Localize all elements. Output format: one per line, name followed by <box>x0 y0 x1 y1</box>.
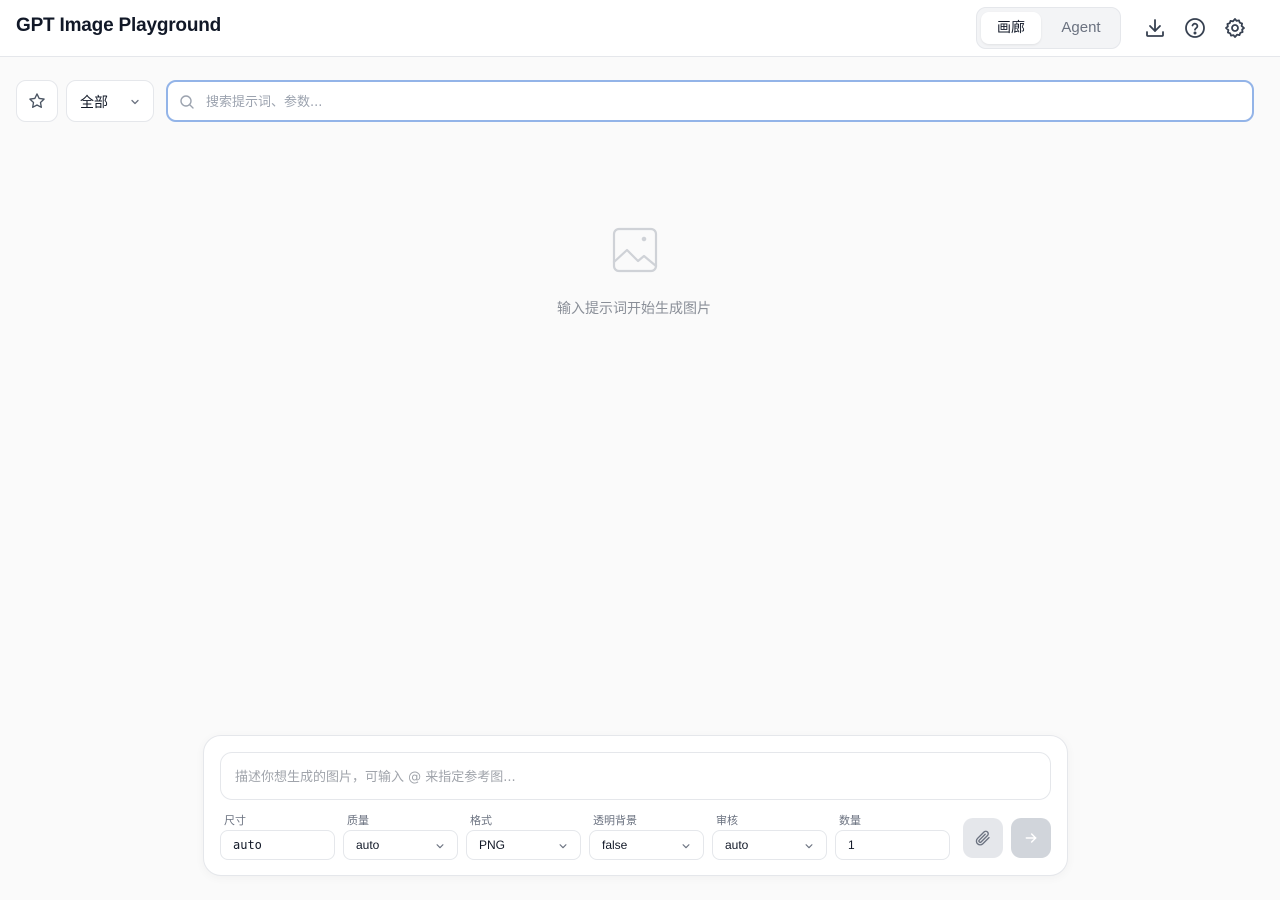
quality-select-value: auto <box>356 838 380 852</box>
chevron-down-icon <box>682 844 690 849</box>
param-moderation-label: 审核 <box>716 814 738 827</box>
quality-select[interactable]: auto <box>343 830 458 860</box>
param-size-label: 尺寸 <box>224 814 246 827</box>
search-input[interactable] <box>206 90 1236 114</box>
param-count-label: 数量 <box>839 814 861 827</box>
app-title: GPT Image Playground <box>16 15 222 36</box>
chevron-down-icon <box>436 844 444 849</box>
moderation-select-value: auto <box>725 838 749 852</box>
settings-icon[interactable] <box>1223 16 1247 40</box>
param-transparent-bg-label: 透明背景 <box>593 814 637 827</box>
size-input[interactable]: auto <box>220 830 335 860</box>
chevron-down-icon <box>559 844 567 849</box>
transparent-bg-select-value: false <box>602 838 628 852</box>
count-input[interactable]: 1 <box>835 830 950 860</box>
composer-panel: 尺寸 auto 质量 auto 格式 PNG 透明背景 false 审核 aut… <box>203 735 1068 876</box>
search-box <box>166 80 1254 122</box>
filter-select[interactable]: 全部 <box>66 80 154 122</box>
format-select[interactable]: PNG <box>466 830 581 860</box>
image-placeholder-icon <box>612 227 658 273</box>
format-select-value: PNG <box>479 838 506 852</box>
count-input-value: 1 <box>848 838 855 852</box>
search-icon <box>180 95 194 109</box>
param-format-label: 格式 <box>470 814 492 827</box>
chevron-down-icon <box>131 99 139 105</box>
prompt-box <box>220 752 1051 800</box>
help-icon[interactable] <box>1183 16 1207 40</box>
chevron-down-icon <box>805 844 813 849</box>
moderation-select[interactable]: auto <box>712 830 827 860</box>
prompt-input[interactable] <box>235 766 1035 790</box>
filter-select-value: 全部 <box>80 95 108 111</box>
arrow-right-icon <box>1025 833 1037 843</box>
param-quality-label: 质量 <box>347 814 369 827</box>
download-icon[interactable] <box>1143 16 1167 40</box>
size-input-value: auto <box>233 838 262 852</box>
send-button[interactable] <box>1011 818 1051 858</box>
tab-gallery[interactable]: 画廊 <box>981 12 1041 44</box>
star-icon <box>29 93 45 109</box>
paperclip-icon <box>975 830 990 846</box>
view-tab-group: 画廊 Agent <box>976 7 1121 49</box>
app-header: GPT Image Playground 画廊 Agent <box>0 0 1280 57</box>
favorites-button[interactable] <box>16 80 58 122</box>
transparent-bg-select[interactable]: false <box>589 830 704 860</box>
empty-state-message: 输入提示词开始生成图片 <box>557 301 711 317</box>
tab-agent[interactable]: Agent <box>1047 12 1115 44</box>
attach-button[interactable] <box>963 818 1003 858</box>
